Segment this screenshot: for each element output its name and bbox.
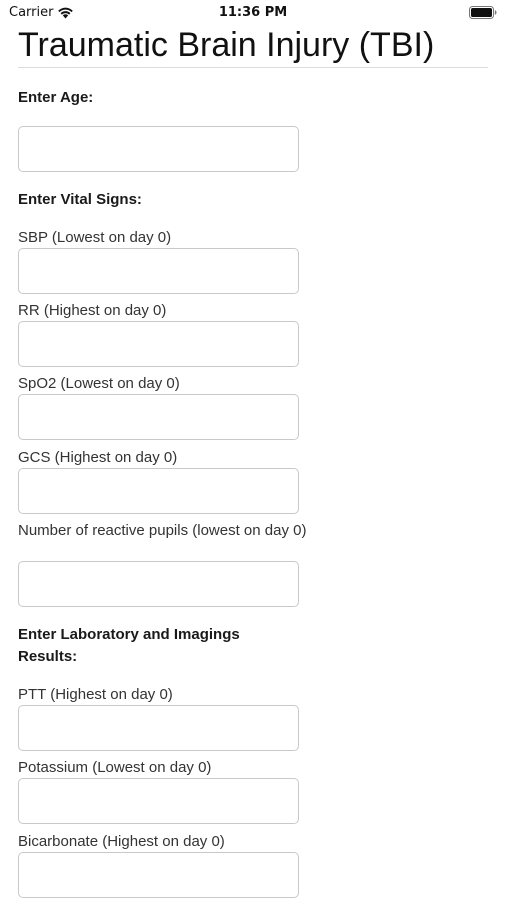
ptt-input[interactable]	[18, 705, 299, 751]
spo2-input[interactable]	[18, 394, 299, 440]
bicarbonate-label: Bicarbonate (Highest on day 0)	[18, 833, 225, 850]
age-input[interactable]	[18, 126, 299, 172]
potassium-input[interactable]	[18, 778, 299, 824]
status-time: 11:36 PM	[218, 5, 288, 20]
labs-section-heading: Enter Laboratory and Imagings Results:	[18, 626, 240, 665]
battery-full-icon	[469, 6, 497, 19]
status-bar: Carrier 11:36 PM	[0, 0, 506, 26]
page-title: Traumatic Brain Injury (TBI)	[18, 26, 435, 64]
title-divider	[18, 67, 488, 68]
sbp-input[interactable]	[18, 248, 299, 294]
spo2-label: SpO2 (Lowest on day 0)	[18, 375, 180, 392]
gcs-label: GCS (Highest on day 0)	[18, 449, 178, 466]
bicarbonate-input[interactable]	[18, 852, 299, 898]
gcs-input[interactable]	[18, 468, 299, 514]
rr-input[interactable]	[18, 321, 299, 367]
sbp-label: SBP (Lowest on day 0)	[18, 229, 172, 246]
ptt-label: PTT (Highest on day 0)	[18, 686, 173, 703]
vitals-section-heading: Enter Vital Signs:	[18, 191, 142, 208]
reactive-pupils-label: Number of reactive pupils (lowest on day…	[18, 522, 307, 539]
potassium-label: Potassium (Lowest on day 0)	[18, 759, 212, 776]
reactive-pupils-input[interactable]	[18, 561, 299, 607]
rr-label: RR (Highest on day 0)	[18, 302, 167, 319]
age-section-heading: Enter Age:	[18, 89, 94, 106]
